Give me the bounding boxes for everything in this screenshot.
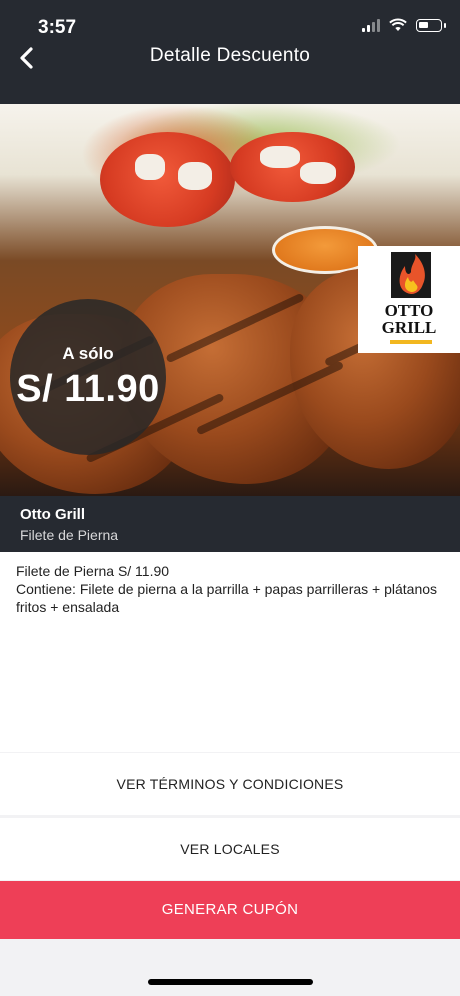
otto-grill-logo: OTTO GRILL xyxy=(358,246,460,353)
battery-icon xyxy=(416,18,446,32)
restaurant-name: Otto Grill xyxy=(20,506,85,523)
generate-coupon-button[interactable]: GENERAR CUPÓN xyxy=(0,881,460,939)
logo-text-line2: GRILL xyxy=(381,318,437,337)
status-time: 3:57 xyxy=(38,17,77,38)
status-icons xyxy=(362,18,446,32)
terms-button[interactable]: VER TÉRMINOS Y CONDICIONES xyxy=(0,753,460,815)
home-indicator[interactable] xyxy=(148,979,313,985)
logo-text-line1: OTTO xyxy=(384,301,434,320)
top-header: 3:57 Detalle Descuento xyxy=(0,0,460,104)
description-line-price: Filete de Pierna S/ 11.90 xyxy=(16,563,170,579)
flame-logo-icon xyxy=(391,252,431,298)
description-text: Filete de Pierna S/ 11.90 Contiene: File… xyxy=(16,562,446,616)
price-value: S/ 11.90 xyxy=(16,368,160,410)
restaurant-info-bar: Otto Grill Filete de Pierna xyxy=(0,496,460,552)
price-badge: A sólo S/ 11.90 xyxy=(10,299,166,455)
battery-level xyxy=(419,21,428,28)
page-title: Detalle Descuento xyxy=(149,45,311,66)
dish-name: Filete de Pierna xyxy=(20,527,119,543)
price-label: A sólo xyxy=(62,344,114,363)
description-panel: Filete de Pierna S/ 11.90 Contiene: File… xyxy=(0,552,460,752)
locations-button[interactable]: VER LOCALES xyxy=(0,818,460,880)
wifi-icon xyxy=(389,18,407,31)
dish-photo: OTTO GRILL A sólo S/ 11.90 xyxy=(0,104,460,496)
description-line-contents: Contiene: Filete de pierna a la parrilla… xyxy=(16,581,438,615)
signal-icon xyxy=(362,18,380,32)
